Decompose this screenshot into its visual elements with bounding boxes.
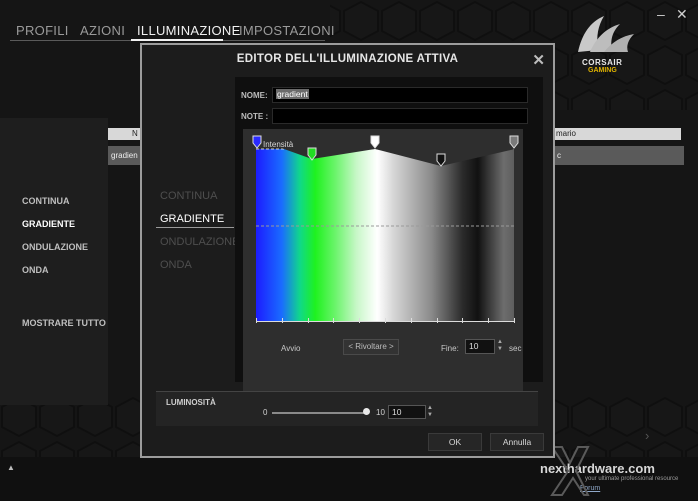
corsair-sails-icon [578,16,634,52]
modal-menu-selected-underline [156,227,234,228]
tab-profili[interactable]: PROFILI [16,23,69,38]
ok-button[interactable]: OK [428,433,482,451]
intensity-label: Intensità [263,140,294,149]
expand-up-icon[interactable]: ▲ [7,463,15,472]
bg-table-header-text: N [132,129,138,138]
minimize-button[interactable]: – [657,6,665,22]
corsair-gaming-logo: CORSAIR GAMING [568,14,644,86]
stop-handle-shape [436,153,446,167]
brightness-max: 10 [376,408,385,417]
axis-tick [385,318,386,323]
stop-handle-shape [370,135,380,149]
end-time-spinner[interactable]: ▲ ▼ [497,339,503,353]
bg-table-header-right-text: mario [556,129,577,138]
app-window: PROFILI AZIONI ILLUMINAZIONE IMPOSTAZION… [0,0,698,501]
name-field[interactable]: gradient [272,87,528,103]
stop-handle-4[interactable] [436,153,446,167]
cancel-button[interactable]: Annulla [490,433,544,451]
stop-handle-shape [509,135,519,149]
axis-tick [462,318,464,323]
axis-tick [514,318,515,323]
modal-close-icon[interactable]: ✕ [532,51,545,69]
name-value: gradient [276,89,309,99]
chevron-right-icon[interactable]: › [645,428,649,443]
tab-illuminazione[interactable]: ILLUMINAZIONE [137,23,241,38]
stop-handle-shape [252,135,262,149]
left-menu-ondulazione[interactable]: ONDULAZIONE [22,242,88,252]
brightness-slider-track[interactable] [272,412,366,414]
left-menu-panel [0,118,108,405]
bottom-bar: ▲ nexthardware.com your ultimate profess… [0,446,698,501]
bg-table-row-right-text: c [557,151,561,160]
close-window-button[interactable]: ✕ [676,6,688,23]
brightness-input[interactable]: 10 [388,405,426,419]
modal-menu-onda[interactable]: ONDA [160,259,192,271]
left-menu-continua[interactable]: CONTINUA [22,196,70,206]
axis-tick [359,318,361,323]
start-label: Avvio [281,344,301,353]
stop-handle-5[interactable] [509,135,519,149]
stop-handle-1[interactable] [252,135,262,149]
stop-handle-2[interactable] [307,147,317,161]
brightness-slider-handle[interactable] [363,408,370,415]
modal-menu-continua[interactable]: CONTINUA [160,190,217,202]
modal-title: EDITOR DELL'ILLUMINAZIONE ATTIVA [236,53,459,65]
reverse-button[interactable]: < Rivoltare > [343,339,399,355]
stop-handle-shape [307,147,317,161]
brightness-label: LUMINOSITÀ [166,398,216,407]
note-field[interactable] [272,108,528,124]
gradient-editor: Intensità Avvio < Rivoltare > Fine: 10 ▲… [243,129,523,399]
left-menu-onda[interactable]: ONDA [22,265,49,275]
tab-azioni[interactable]: AZIONI [80,23,125,38]
axis-tick [281,318,283,323]
lighting-editor-modal: EDITOR DELL'ILLUMINAZIONE ATTIVA ✕ CONTI… [140,43,555,458]
end-time-input[interactable]: 10 [465,339,495,354]
intensity-curve [243,129,523,329]
axis-tick [410,318,412,323]
axis-tick [333,318,335,323]
brightness-panel: LUMINOSITÀ 0 10 10 ▲ ▼ [156,391,538,426]
bg-table-row-text: gradien [111,151,138,160]
modal-menu-ondulazione[interactable]: ONDULAZIONE [160,236,239,248]
tab-impostazioni[interactable]: IMPOSTAZIONI [239,23,335,38]
modal-menu-gradiente[interactable]: GRADIENTE [160,213,224,225]
brightness-spinner[interactable]: ▲ ▼ [427,405,433,419]
stop-handle-3[interactable] [370,135,380,149]
note-label: NOTE : [241,112,269,121]
brightness-min: 0 [263,408,268,417]
brand-gaming-text: GAMING [588,67,617,74]
end-label: Fine: [441,344,459,353]
name-label: NOME: [241,91,268,100]
left-menu-mostrare-tutto[interactable]: MOSTRARE TUTTO [22,318,106,328]
bg-table-row-right[interactable] [555,146,684,165]
editor-panel: NOME: gradient NOTE : Intensità Avvio < … [235,77,543,399]
brand-corsair-text: CORSAIR [582,58,623,67]
axis-tick [256,318,257,323]
axis-tick [436,318,438,323]
active-tab-underline [131,39,223,41]
left-menu-gradiente[interactable]: GRADIENTE [22,219,75,229]
axis-tick [488,318,490,323]
end-unit: sec [509,344,522,353]
watermark-tagline: your ultimate professional resource [585,476,679,482]
axis-tick [307,318,309,323]
